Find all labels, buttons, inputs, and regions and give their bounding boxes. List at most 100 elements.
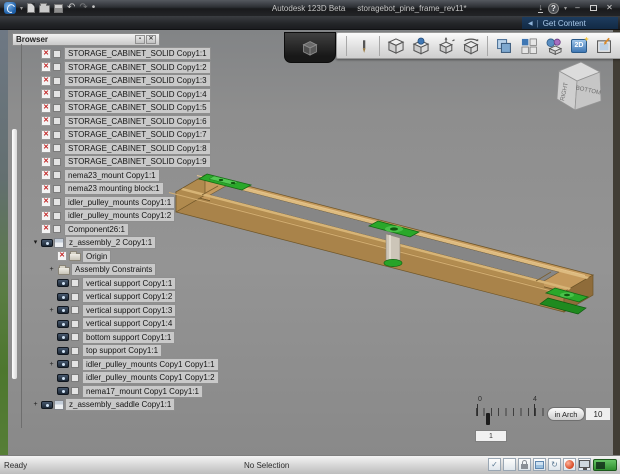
browser-scrollbar-thumb[interactable] [11,128,18,380]
selection-box-icon[interactable] [503,458,516,471]
tree-item[interactable]: ✕ idler_pulley_mounts Copy1:1 [30,195,219,210]
tree-item[interactable]: ✕ STORAGE_CABINET_SOLID Copy1:1 [30,47,219,61]
visibility-eye-icon[interactable] [57,387,69,396]
item-checkbox[interactable] [53,171,61,180]
tree-item[interactable]: vertical support Copy1:2 [46,290,219,304]
item-checkbox[interactable] [53,144,61,153]
browser-scrollbar-track[interactable] [21,44,22,428]
item-checkbox[interactable] [71,373,79,382]
sketch-pencil-icon[interactable] [352,35,374,57]
item-checkbox[interactable] [71,360,79,369]
visibility-eye-icon[interactable] [57,373,69,382]
expander-icon[interactable]: ▾ [30,238,41,247]
item-checkbox[interactable] [53,63,61,72]
visibility-eye-icon[interactable] [57,319,69,328]
item-checkbox[interactable] [53,76,61,85]
save-icon[interactable] [54,3,64,13]
redo-icon[interactable]: ↷ [79,3,87,13]
item-checkbox[interactable] [71,279,79,288]
visibility-eye-icon[interactable] [41,400,53,409]
tree-item[interactable]: vertical support Copy1:4 [46,317,219,331]
tree-item[interactable]: nema17_mount Copy1 Copy1:1 [46,384,219,399]
item-checkbox[interactable] [71,387,79,396]
item-checkbox[interactable] [53,225,61,234]
tree-item[interactable]: ▾ z_assembly_2 Copy1:1 [30,236,219,250]
pattern-grid-icon[interactable] [518,35,540,57]
item-checkbox[interactable] [53,184,61,193]
tree-item[interactable]: ✕ STORAGE_CABINET_SOLID Copy1:9 [30,155,219,169]
ribbon-tab-button[interactable] [284,32,336,63]
record-icon[interactable] [563,458,576,471]
app-logo-icon[interactable] [4,2,16,14]
box-primitive-icon[interactable] [385,35,407,57]
insert-content-icon[interactable] [593,35,615,57]
tree-item[interactable]: + vertical support Copy1:3 [46,303,219,318]
display-icon[interactable] [578,458,591,471]
collapse-left-icon[interactable]: ◀ [528,20,533,27]
item-checkbox[interactable] [71,346,79,355]
visibility-eye-icon[interactable] [41,238,53,247]
tree-item[interactable]: ✕ STORAGE_CABINET_SOLID Copy1:6 [30,114,219,129]
help-caret-icon[interactable]: ▾ [564,5,567,12]
item-checkbox[interactable] [71,319,79,328]
tree-item[interactable]: ✕ STORAGE_CABINET_SOLID Copy1:5 [30,101,219,115]
tree-item[interactable]: ✕ Component26:1 [30,222,219,237]
layout-panel-icon[interactable] [533,458,546,471]
tree-item[interactable]: + idler_pulley_mounts Copy1 Copy1:1 [46,357,219,372]
sphere-primitive-icon[interactable] [410,35,432,57]
expander-icon[interactable]: + [46,360,57,369]
browser-panel-close-icon[interactable]: ✕ [146,35,156,44]
browser-panel-options-icon[interactable]: ▪ [135,35,145,44]
tree-item[interactable]: ✕ nema23 mounting block:1 [30,182,219,196]
grid-size-box[interactable]: 10 [585,407,611,421]
tree-item[interactable]: ✕ STORAGE_CABINET_SOLID Copy1:7 [30,128,219,142]
visibility-eye-icon[interactable] [57,292,69,301]
browser-panel-header[interactable]: Browser ▪ ✕ [12,33,160,46]
tree-item[interactable]: ✕ STORAGE_CABINET_SOLID Copy1:2 [30,60,219,75]
tree-item[interactable]: idler_pulley_mounts Copy1 Copy1:2 [46,371,219,385]
tree-item[interactable]: + z_assembly_saddle Copy1:1 [30,398,219,412]
item-checkbox[interactable] [53,49,61,58]
rotate-icon[interactable] [460,35,482,57]
app-menu-caret-icon[interactable]: ▾ [20,5,23,12]
move-icon[interactable] [435,35,457,57]
expander-icon[interactable]: + [46,306,57,315]
open-file-icon[interactable] [39,3,51,13]
combine-icon[interactable] [493,35,515,57]
item-checkbox[interactable] [53,198,61,207]
tree-item[interactable]: ✕ idler_pulley_mounts Copy1:2 [30,209,219,223]
tree-item[interactable]: vertical support Copy1:1 [46,276,219,291]
item-checkbox[interactable] [53,130,61,139]
item-checkbox[interactable] [53,90,61,99]
viewport[interactable]: 2D RIGHT BOTTOM Browser ▪ ✕ ✕ STORAGE_CA… [0,30,620,455]
toolbar-more-icon[interactable]: • [92,3,96,13]
transfer-icon[interactable]: ↓ [538,3,543,13]
tree-item[interactable]: ✕ STORAGE_CABINET_SOLID Copy1:3 [30,74,219,88]
expander-icon[interactable]: + [46,265,57,274]
item-checkbox[interactable] [53,103,61,112]
item-checkbox[interactable] [71,333,79,342]
item-checkbox[interactable] [53,211,61,220]
get-content-button[interactable]: ◀ | Get Content [522,17,618,29]
tree-item[interactable]: ✕ Origin [46,249,219,264]
visibility-eye-icon[interactable] [57,346,69,355]
scale-value-box[interactable]: 1 [475,430,507,442]
new-file-icon[interactable] [27,3,36,13]
undo-icon[interactable]: ↶ [67,3,75,13]
sync-icon[interactable]: ↻ [548,458,561,471]
material-icon[interactable] [543,35,565,57]
item-checkbox[interactable] [53,117,61,126]
visibility-eye-icon[interactable] [57,279,69,288]
tree-item[interactable]: top support Copy1:1 [46,344,219,358]
item-checkbox[interactable] [53,157,61,166]
item-checkbox[interactable] [71,306,79,315]
visibility-eye-icon[interactable] [57,360,69,369]
tree-item[interactable]: ✕ STORAGE_CABINET_SOLID Copy1:4 [30,87,219,102]
visibility-eye-icon[interactable] [57,333,69,342]
lock-icon[interactable] [518,458,531,471]
help-icon[interactable]: ? [547,2,559,14]
tree-item[interactable]: bottom support Copy1:1 [46,330,219,345]
tree-item[interactable]: ✕ nema23_mount Copy1:1 [30,168,219,183]
item-checkbox[interactable] [71,292,79,301]
tree-item[interactable]: + Assembly Constraints [46,263,219,277]
